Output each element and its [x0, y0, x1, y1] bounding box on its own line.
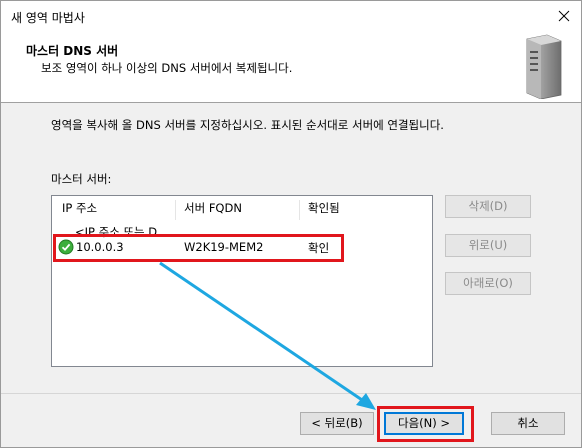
- back-button[interactable]: < 뒤로(B): [300, 412, 374, 435]
- next-highlight-box: [377, 406, 474, 442]
- instruction-text: 영역을 복사해 올 DNS 서버를 지정하십시오. 표시된 순서대로 서버에 연…: [51, 118, 444, 132]
- row-highlight-box: [53, 234, 344, 262]
- page-title: 마스터 DNS 서버: [26, 44, 119, 58]
- cancel-button[interactable]: 취소: [491, 412, 565, 435]
- column-header-fqdn[interactable]: 서버 FQDN: [176, 200, 300, 220]
- column-header-validated[interactable]: 확인됨: [300, 200, 380, 220]
- window-title: 새 영역 마법사: [11, 11, 85, 25]
- move-down-button[interactable]: 아래로(O): [445, 272, 531, 295]
- footer-divider: [1, 393, 581, 394]
- master-servers-label: 마스터 서버:: [51, 172, 112, 186]
- move-up-button[interactable]: 위로(U): [445, 234, 531, 257]
- close-icon: [558, 10, 570, 22]
- server-icon: [526, 34, 562, 99]
- title-bar: 새 영역 마법사: [1, 1, 581, 31]
- page-subtitle: 보조 영역이 하나 이상의 DNS 서버에서 복제됩니다.: [41, 61, 293, 75]
- master-servers-list[interactable]: IP 주소 서버 FQDN 확인됨 <IP 주소 또는 D... 10.0.0.…: [51, 195, 433, 367]
- delete-button[interactable]: 삭제(D): [445, 195, 531, 218]
- close-button[interactable]: [553, 5, 575, 27]
- wizard-header: 마스터 DNS 서버 보조 영역이 하나 이상의 DNS 서버에서 복제됩니다.: [1, 31, 581, 103]
- wizard-window: 새 영역 마법사 마스터 DNS 서버 보조 영역이 하나 이상의 DNS 서버…: [0, 0, 582, 448]
- column-header-ip[interactable]: IP 주소: [54, 200, 176, 220]
